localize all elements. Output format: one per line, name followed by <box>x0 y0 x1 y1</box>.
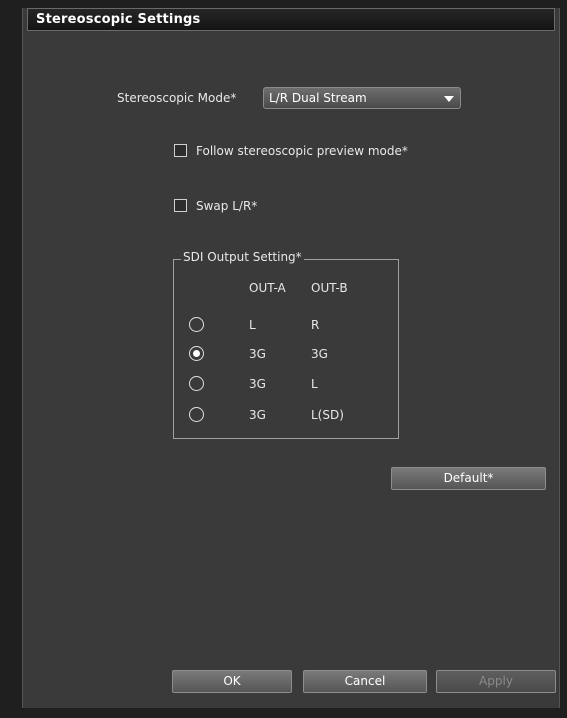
sdi-option-radio-2[interactable] <box>189 346 204 361</box>
column-header-out-a: OUT-A <box>249 281 286 295</box>
sdi-option-3-out-b: L <box>311 377 318 391</box>
sdi-option-3-out-a: 3G <box>249 377 266 391</box>
cancel-button[interactable]: Cancel <box>303 670 427 693</box>
stereo-mode-dropdown[interactable]: L/R Dual Stream <box>263 87 461 109</box>
sdi-option-2-out-b: 3G <box>311 347 328 361</box>
title-bar: Stereoscopic Settings <box>27 8 555 31</box>
sdi-option-radio-1[interactable] <box>189 317 204 332</box>
stereo-mode-value: L/R Dual Stream <box>269 91 367 105</box>
sdi-option-radio-3[interactable] <box>189 376 204 391</box>
sdi-option-1-out-a: L <box>249 318 256 332</box>
sdi-output-title: SDI Output Setting* <box>181 250 304 264</box>
radio-selected-dot <box>193 350 200 357</box>
sdi-output-group <box>173 259 399 439</box>
sdi-option-radio-4[interactable] <box>189 407 204 422</box>
sdi-option-4-out-b: L(SD) <box>311 408 344 422</box>
chevron-down-icon <box>444 96 454 102</box>
follow-preview-label[interactable]: Follow stereoscopic preview mode* <box>196 144 408 158</box>
sdi-option-4-out-a: 3G <box>249 408 266 422</box>
window-title: Stereoscopic Settings <box>36 12 201 27</box>
column-header-out-b: OUT-B <box>311 281 348 295</box>
window-background: Stereoscopic Settings Stereoscopic Mode*… <box>0 0 567 718</box>
ok-button[interactable]: OK <box>172 670 292 693</box>
apply-button[interactable]: Apply <box>436 670 556 693</box>
default-button[interactable]: Default* <box>391 467 546 490</box>
follow-preview-checkbox[interactable] <box>174 144 187 157</box>
swap-lr-label[interactable]: Swap L/R* <box>196 199 257 213</box>
stereo-mode-label: Stereoscopic Mode* <box>117 91 237 105</box>
swap-lr-checkbox[interactable] <box>174 199 187 212</box>
sdi-option-1-out-b: R <box>311 318 320 332</box>
sdi-option-2-out-a: 3G <box>249 347 266 361</box>
